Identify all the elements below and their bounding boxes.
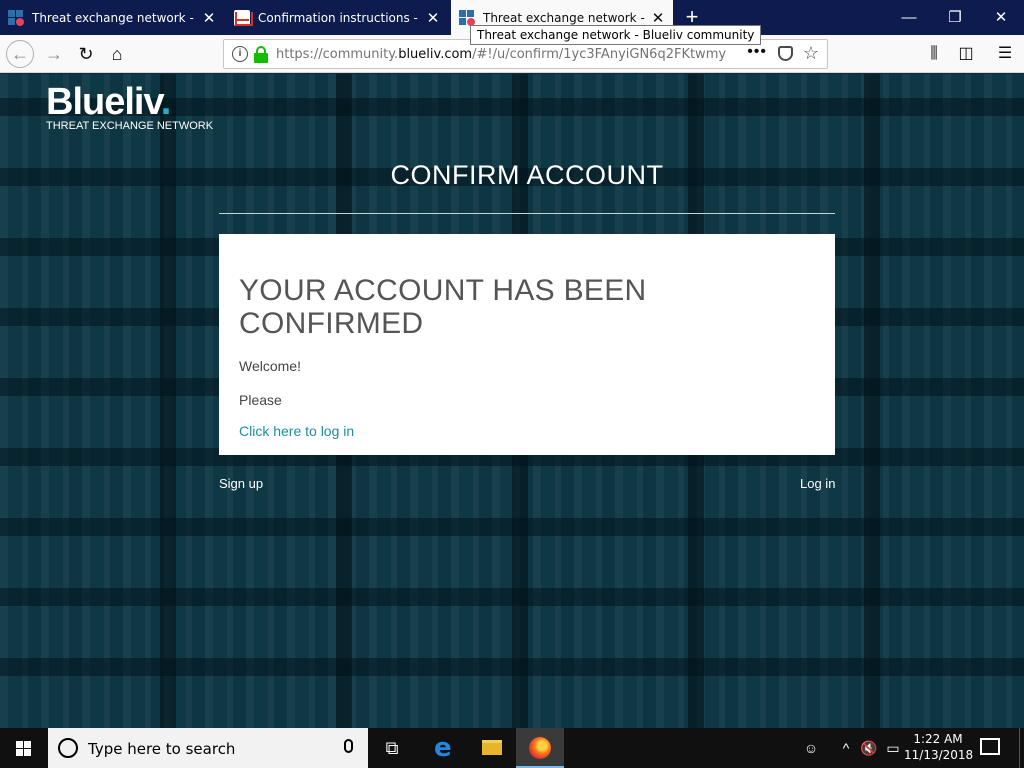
- windows-logo-icon: [24, 741, 31, 748]
- divider: [219, 213, 835, 214]
- url-scheme: https://community.: [276, 47, 399, 62]
- bookmark-star-icon[interactable]: ☆: [803, 43, 819, 64]
- log-in-link[interactable]: Log in: [800, 476, 835, 491]
- minimize-button[interactable]: —: [886, 0, 932, 35]
- blueliv-favicon-icon: [8, 9, 24, 26]
- please-text: Please: [239, 392, 282, 408]
- logo-dot: .: [160, 81, 172, 123]
- logo-subtitle: THREAT EXCHANGE NETWORK: [46, 120, 214, 132]
- tab-threat-exchange-1[interactable]: Threat exchange network - Blueliv commun…: [0, 0, 224, 35]
- taskbar-clock[interactable]: 1:22 AM 11/13/2018: [904, 731, 974, 763]
- tab-title: Threat exchange network - Blueliv commun…: [483, 10, 645, 25]
- blueliv-favicon-icon: [459, 9, 475, 26]
- library-icon[interactable]: ⫼: [920, 40, 948, 68]
- page-title: CONFIRM ACCOUNT: [219, 160, 835, 191]
- firefox-taskbar-button[interactable]: [516, 728, 564, 768]
- clock-date: 11/13/2018: [904, 748, 974, 762]
- close-tab-icon[interactable]: ✕: [651, 9, 665, 27]
- close-window-button[interactable]: ✕: [978, 0, 1024, 35]
- folder-icon: [482, 740, 502, 755]
- login-link[interactable]: Click here to log in: [239, 423, 354, 439]
- tab-title: Threat exchange network - Blueliv commun…: [32, 10, 196, 25]
- close-tab-icon[interactable]: ✕: [426, 9, 440, 27]
- file-explorer-taskbar-button[interactable]: [468, 728, 516, 768]
- sidebar-icon[interactable]: ◫: [952, 40, 980, 68]
- site-info-icon[interactable]: i: [232, 46, 248, 62]
- welcome-text: Welcome!: [239, 358, 301, 374]
- start-button[interactable]: [0, 728, 48, 768]
- cortana-icon: [58, 738, 78, 758]
- clock-time: 1:22 AM: [913, 732, 963, 746]
- url-path: /#!/u/confirm/1yc3FAnyiGN6q2FKtwmy: [472, 47, 727, 62]
- home-button[interactable]: ⌂: [103, 40, 131, 68]
- people-icon[interactable]: ☺: [798, 728, 824, 768]
- tab-tooltip: Threat exchange network - Blueliv commun…: [470, 25, 762, 45]
- edge-icon: e: [434, 733, 452, 763]
- forward-button[interactable]: →: [40, 40, 68, 68]
- reload-button[interactable]: ↻: [72, 40, 100, 68]
- logo-wordmark: Blueliv.: [46, 80, 213, 124]
- firefox-icon: [529, 737, 551, 759]
- url-text[interactable]: https://community.blueliv.com/#!/u/confi…: [276, 47, 726, 62]
- search-placeholder: Type here to search: [88, 740, 236, 758]
- page-title-text: CONFIRM ACCOUNT: [390, 160, 664, 190]
- blueliv-logo[interactable]: Blueliv. THREAT EXCHANGE NETWORK: [46, 80, 213, 132]
- close-tab-icon[interactable]: ✕: [202, 9, 216, 27]
- volume-muted-icon[interactable]: 🔇: [858, 728, 880, 768]
- back-button[interactable]: ←: [6, 40, 34, 68]
- tab-title: Confirmation instructions - tian: [258, 10, 420, 25]
- network-icon[interactable]: ▭: [882, 728, 904, 768]
- pocket-icon[interactable]: [778, 46, 793, 61]
- show-hidden-icons-button[interactable]: ^: [836, 728, 856, 768]
- sign-up-link[interactable]: Sign up: [219, 476, 263, 491]
- gmail-favicon-icon: [234, 9, 253, 26]
- taskbar-search-box[interactable]: Type here to search: [48, 728, 368, 768]
- microphone-icon[interactable]: [344, 739, 353, 753]
- windows-logo-icon: [16, 741, 23, 748]
- confirmation-heading: YOUR ACCOUNT HAS BEEN CONFIRMED: [239, 274, 647, 340]
- action-center-icon[interactable]: [980, 738, 1000, 755]
- show-desktop-button[interactable]: [1019, 728, 1024, 768]
- url-host: blueliv.com: [398, 47, 473, 62]
- hamburger-menu-icon[interactable]: ☰: [991, 40, 1019, 68]
- lock-icon[interactable]: [254, 46, 268, 63]
- task-view-button[interactable]: ⧉: [368, 728, 416, 768]
- windows-logo-icon: [16, 749, 23, 756]
- logo-word: Blueliv: [46, 81, 162, 123]
- taskbar: Type here to search ⧉ e ☺ ^ 🔇 ▭ 1:22 AM …: [0, 728, 1024, 768]
- windows-logo-icon: [24, 749, 31, 756]
- restore-button[interactable]: ❐: [932, 0, 978, 35]
- confirmation-card: YOUR ACCOUNT HAS BEEN CONFIRMED Welcome!…: [219, 234, 835, 455]
- page-actions-icon[interactable]: •••: [747, 43, 767, 61]
- edge-taskbar-button[interactable]: e: [420, 728, 468, 768]
- tab-confirmation-instructions[interactable]: Confirmation instructions - tian ✕: [226, 0, 448, 35]
- page-background: Blueliv. THREAT EXCHANGE NETWORK CONFIRM…: [0, 74, 1024, 728]
